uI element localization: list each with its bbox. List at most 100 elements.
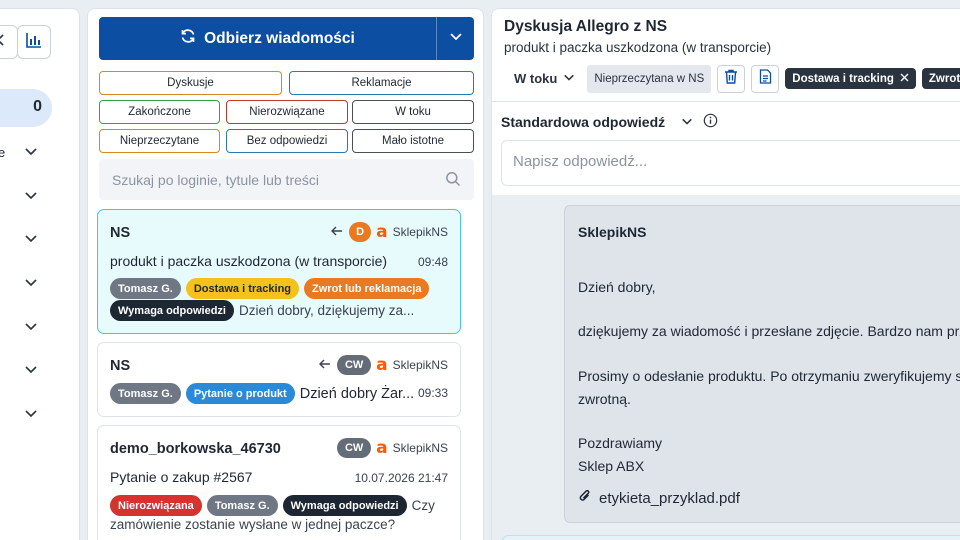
receive-messages-button[interactable]: Odbierz wiadomości (99, 17, 436, 60)
card-preview: Czy (411, 498, 435, 513)
unread-toggle[interactable]: Nieprzeczytana w NS (587, 64, 712, 93)
reply-field[interactable] (501, 140, 960, 186)
attachment-link[interactable]: etykieta_przyklad.pdf (578, 488, 740, 508)
tag-needs-reply: Wymaga odpowiedzi (110, 300, 234, 321)
receive-button-group: Odbierz wiadomości (99, 17, 474, 60)
tag-label: Dostawa i tracking (792, 72, 894, 85)
card-subject: Pytanie o zakup #2567 (110, 469, 253, 485)
sidebar-label-partial: e (0, 145, 6, 160)
tag-unresolved: Nierozwiązana (110, 495, 202, 516)
discussion-subtitle: produkt i paczka uszkodzona (w transporc… (504, 40, 772, 55)
refresh-icon (180, 28, 196, 49)
status-circle: CW (337, 438, 372, 458)
filter-zakonczone[interactable]: Zakończone (99, 100, 220, 124)
card-shop: SklepikNS (392, 358, 448, 372)
card-tags: Nierozwiązana Tomasz G. Wymaga odpowiedz… (110, 495, 435, 516)
message-list-panel: Odbierz wiadomości Dyskusje Reklamacje Z… (87, 8, 484, 540)
chevron-down-icon[interactable] (24, 319, 38, 338)
filter-malo-istotne[interactable]: Mało istotne (352, 129, 474, 153)
discussion-toolbar: W toku Nieprzeczytana w NS Dostawa i tra… (504, 63, 960, 94)
tag-delivery[interactable]: Dostawa i tracking (785, 68, 916, 89)
delete-button[interactable] (717, 64, 746, 93)
card-tags: Tomasz G. Pytanie o produkt Dzień dobry … (110, 383, 414, 404)
card-preview: Dzień dobry Żar... (299, 385, 415, 402)
message-line: dziękujemy za wiadomość i przesłane zdję… (578, 323, 960, 339)
filter-reklamacje[interactable]: Reklamacje (289, 71, 474, 95)
search-icon (445, 171, 461, 192)
conversation-card[interactable]: demo_borkowska_46730 CW a SklepikNS Pyta… (97, 425, 461, 540)
filter-w-toku[interactable]: W toku (352, 100, 474, 124)
chevron-down-icon[interactable] (24, 231, 38, 250)
chevron-down-icon[interactable] (24, 362, 38, 381)
info-icon[interactable] (703, 113, 718, 131)
conversation-card[interactable]: NS CW a SklepikNS Tomasz G. Pytanie o pr… (97, 342, 461, 417)
chevron-down-icon[interactable] (24, 406, 38, 425)
chevron-down-icon (563, 71, 575, 86)
message-line: Sklep ABX (578, 458, 645, 474)
tag-label: Zwrot lub (928, 72, 960, 85)
paperclip-icon (578, 488, 592, 508)
bar-chart-icon (25, 31, 43, 54)
status-value: W toku (514, 71, 558, 86)
card-meta: D a SklepikNS (330, 222, 448, 242)
card-preview-cont: zamówienie zostanie wysłane w jednej pac… (110, 517, 396, 532)
tag-return: Zwrot lub reklamacja (304, 278, 430, 299)
card-meta: CW a SklepikNS (318, 355, 448, 375)
chevron-down-icon (449, 29, 463, 48)
message-line: Prosimy o odesłanie produktu. Po otrzyma… (578, 368, 960, 384)
card-shop: SklepikNS (392, 441, 448, 455)
search-placeholder: Szukaj po loginie, tytule lub treści (112, 172, 319, 188)
tag-assignee: Tomasz G. (206, 495, 278, 516)
card-meta: CW a SklepikNS (337, 438, 448, 458)
status-select[interactable]: W toku (504, 65, 581, 93)
discussion-title: Dyskusja Allegro z NS (504, 18, 668, 35)
trash-icon (724, 69, 738, 89)
tag-return[interactable]: Zwrot lub (921, 68, 960, 89)
chevron-left-icon (0, 32, 9, 53)
chevron-down-icon[interactable] (24, 188, 38, 207)
card-time: 09:33 (417, 386, 448, 400)
card-shop: SklepikNS (392, 225, 448, 239)
message-sender: SklepikNS (578, 224, 647, 240)
tag-delivery: Dostawa i tracking (185, 278, 300, 299)
receive-dropdown-button[interactable] (436, 17, 474, 60)
standard-reply-select[interactable]: Standardowa odpowiedź (501, 113, 718, 131)
reply-arrow-icon (330, 225, 344, 240)
message-line: Pozdrawiamy (578, 435, 663, 451)
message-bubble: SklepikNS Dzień dobry, dziękujemy za wia… (564, 205, 960, 523)
card-tags-row2: Wymaga odpowiedzi Dzień dobry, dziękujem… (110, 300, 414, 321)
unread-counter[interactable]: 0 (0, 89, 52, 127)
attachment-name: etykieta_przyklad.pdf (599, 489, 740, 507)
tag-needs-reply: Wymaga odpowiedzi (282, 495, 407, 516)
chevron-down-icon (681, 114, 693, 130)
counter-value: 0 (33, 98, 42, 115)
conversation-card[interactable]: NS D a SklepikNS produkt i paczka uszkod… (97, 209, 461, 334)
chevron-down-icon[interactable] (24, 275, 38, 294)
card-preview: Dzień dobry, dziękujemy za... (238, 303, 415, 318)
card-sender: demo_borkowska_46730 (110, 441, 281, 457)
allegro-icon: a (376, 438, 388, 458)
reply-input[interactable] (513, 153, 933, 170)
next-message-bubble (502, 535, 960, 540)
document-button[interactable] (751, 64, 780, 93)
collapse-button[interactable] (0, 25, 18, 59)
tag-assignee: Tomasz G. (110, 278, 181, 299)
receive-label: Odbierz wiadomości (204, 29, 355, 47)
stats-button[interactable] (17, 25, 51, 59)
filter-dyskusje[interactable]: Dyskusje (99, 71, 282, 95)
card-time: 09:48 (417, 255, 448, 269)
message-thread: SklepikNS Dzień dobry, dziękujemy za wia… (492, 195, 960, 540)
search-input[interactable]: Szukaj po loginie, tytule lub treści (99, 159, 474, 200)
filter-nieprzeczytane[interactable]: Nieprzeczytane (99, 129, 220, 153)
card-sender: NS (110, 225, 131, 241)
tag-product-question: Pytanie o produkt (185, 383, 295, 404)
message-line: Dzień dobry, (578, 279, 656, 295)
close-icon[interactable] (900, 73, 909, 85)
chevron-down-icon[interactable] (24, 144, 38, 163)
card-sender: NS (110, 358, 131, 374)
filter-nierozwiazane[interactable]: Nierozwiązane (226, 100, 348, 124)
discussion-panel: Dyskusja Allegro z NS produkt i paczka u… (491, 8, 960, 540)
reply-arrow-icon (318, 358, 332, 373)
divider (492, 101, 960, 102)
filter-bez-odpowiedzi[interactable]: Bez odpowiedzi (226, 129, 348, 153)
